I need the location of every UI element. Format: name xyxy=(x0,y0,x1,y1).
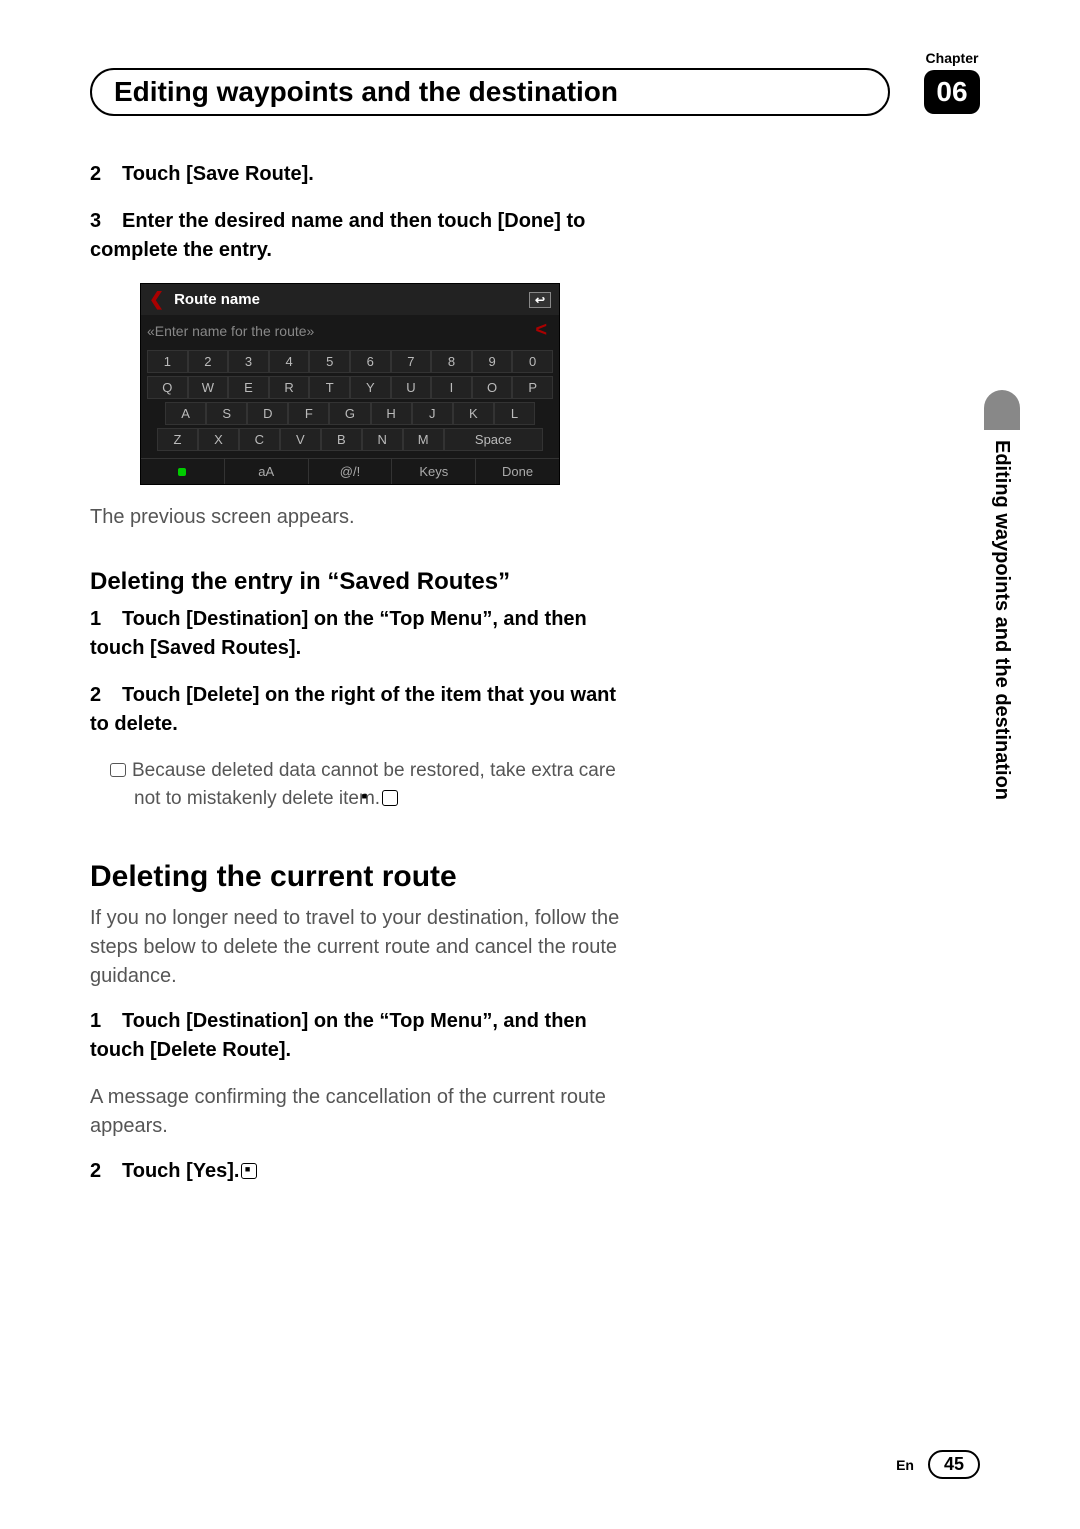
delete-entry-step-2: 2Touch [Delete] on the right of the item… xyxy=(90,681,620,739)
key-h[interactable]: H xyxy=(371,402,412,425)
step-text: Touch [Destination] on the “Top Menu”, a… xyxy=(90,608,587,659)
key-l[interactable]: L xyxy=(494,402,535,425)
step-number: 3 xyxy=(90,207,122,236)
step-text: Touch [Delete] on the right of the item … xyxy=(90,684,616,735)
done-button[interactable]: Done xyxy=(476,459,559,484)
kb-row-4: Z X C V B N M Space xyxy=(147,428,553,451)
keys-button[interactable]: Keys xyxy=(392,459,476,484)
step-text: Touch [Destination] on the “Top Menu”, a… xyxy=(90,1010,587,1061)
key-n[interactable]: N xyxy=(362,428,403,451)
delete-route-after-1: A message confirming the cancellation of… xyxy=(90,1083,620,1141)
delete-route-intro: If you no longer need to travel to your … xyxy=(90,904,620,991)
heading-part-a: Deleting the entry in xyxy=(90,568,327,595)
heading-delete-route: Deleting the current route xyxy=(90,860,620,894)
side-tab-handle xyxy=(984,390,1020,430)
chapter-block: Chapter 06 xyxy=(924,50,980,114)
step-number: 1 xyxy=(90,1007,122,1036)
page-title: Editing waypoints and the destination xyxy=(90,68,890,116)
side-tab: Editing waypoints and the destination xyxy=(984,390,1020,930)
kb-row-3: A S D F G H J K L xyxy=(147,402,553,425)
route-name-input[interactable]: «Enter name for the route» xyxy=(147,323,314,339)
step-text: Touch [Yes]. xyxy=(122,1160,239,1182)
key-7[interactable]: 7 xyxy=(391,350,432,373)
kb-row-1: 1 2 3 4 5 6 7 8 9 0 xyxy=(147,350,553,373)
key-r[interactable]: R xyxy=(269,376,310,399)
step-3: 3Enter the desired name and then touch [… xyxy=(90,207,620,265)
back-icon[interactable]: ❮ xyxy=(149,289,164,310)
key-i[interactable]: I xyxy=(431,376,472,399)
key-z[interactable]: Z xyxy=(157,428,198,451)
key-t[interactable]: T xyxy=(309,376,350,399)
chapter-number: 06 xyxy=(924,70,980,114)
page-number: 45 xyxy=(928,1450,980,1479)
key-0[interactable]: 0 xyxy=(512,350,553,373)
step-number: 1 xyxy=(90,605,122,634)
status-dot xyxy=(141,459,225,484)
caution-note: Because deleted data cannot be restored,… xyxy=(134,757,620,812)
key-d[interactable]: D xyxy=(247,402,288,425)
key-space[interactable]: Space xyxy=(444,428,543,451)
key-4[interactable]: 4 xyxy=(269,350,310,373)
key-s[interactable]: S xyxy=(206,402,247,425)
symbols-button[interactable]: @/! xyxy=(309,459,393,484)
delete-entry-step-1: 1Touch [Destination] on the “Top Menu”, … xyxy=(90,605,620,663)
after-figure-text: The previous screen appears. xyxy=(90,503,620,532)
key-m[interactable]: M xyxy=(403,428,444,451)
key-w[interactable]: W xyxy=(188,376,229,399)
key-k[interactable]: K xyxy=(453,402,494,425)
key-f[interactable]: F xyxy=(288,402,329,425)
step-text: Enter the desired name and then touch [D… xyxy=(90,210,585,261)
note-icon xyxy=(110,763,126,777)
key-y[interactable]: Y xyxy=(350,376,391,399)
key-v[interactable]: V xyxy=(280,428,321,451)
fig-bottom-bar: aA @/! Keys Done xyxy=(141,458,559,484)
key-3[interactable]: 3 xyxy=(228,350,269,373)
key-p[interactable]: P xyxy=(512,376,553,399)
kb-row-2: Q W E R T Y U I O P xyxy=(147,376,553,399)
key-9[interactable]: 9 xyxy=(472,350,513,373)
side-tab-text: Editing waypoints and the destination xyxy=(984,430,1013,800)
section-end-icon xyxy=(241,1163,257,1179)
delete-route-step-1: 1Touch [Destination] on the “Top Menu”, … xyxy=(90,1007,620,1065)
step-2: 2Touch [Save Route]. xyxy=(90,160,620,189)
key-x[interactable]: X xyxy=(198,428,239,451)
on-screen-keyboard: 1 2 3 4 5 6 7 8 9 0 Q W E R T Y xyxy=(141,346,559,458)
key-q[interactable]: Q xyxy=(147,376,188,399)
key-j[interactable]: J xyxy=(412,402,453,425)
key-2[interactable]: 2 xyxy=(188,350,229,373)
delete-route-step-2: 2Touch [Yes]. xyxy=(90,1157,620,1186)
return-icon[interactable]: ↩ xyxy=(529,292,551,308)
key-a[interactable]: A xyxy=(165,402,206,425)
heading-part-b: “Saved Routes” xyxy=(327,568,510,595)
heading-delete-entry: Deleting the entry in “Saved Routes” xyxy=(90,566,620,597)
key-6[interactable]: 6 xyxy=(350,350,391,373)
key-e[interactable]: E xyxy=(228,376,269,399)
key-8[interactable]: 8 xyxy=(431,350,472,373)
chapter-label: Chapter xyxy=(924,50,980,66)
step-text: Touch [Save Route]. xyxy=(122,163,314,185)
key-b[interactable]: B xyxy=(321,428,362,451)
footer-lang: En xyxy=(896,1457,914,1473)
step-number: 2 xyxy=(90,681,122,710)
key-5[interactable]: 5 xyxy=(309,350,350,373)
fig-titlebar: ❮ Route name ↩ xyxy=(141,284,559,315)
fig-title-text: Route name xyxy=(174,291,260,308)
shift-button[interactable]: aA xyxy=(225,459,309,484)
step-number: 2 xyxy=(90,160,122,189)
note-text: Because deleted data cannot be restored,… xyxy=(132,760,616,809)
section-end-icon xyxy=(382,790,398,806)
fig-input-row: «Enter name for the route» < xyxy=(141,315,559,346)
key-o[interactable]: O xyxy=(472,376,513,399)
key-u[interactable]: U xyxy=(391,376,432,399)
key-1[interactable]: 1 xyxy=(147,350,188,373)
key-g[interactable]: G xyxy=(329,402,370,425)
keyboard-screenshot: ❮ Route name ↩ «Enter name for the route… xyxy=(140,283,560,485)
step-number: 2 xyxy=(90,1157,122,1186)
key-c[interactable]: C xyxy=(239,428,280,451)
footer: En 45 xyxy=(896,1450,980,1479)
backspace-icon[interactable]: < xyxy=(529,319,553,342)
